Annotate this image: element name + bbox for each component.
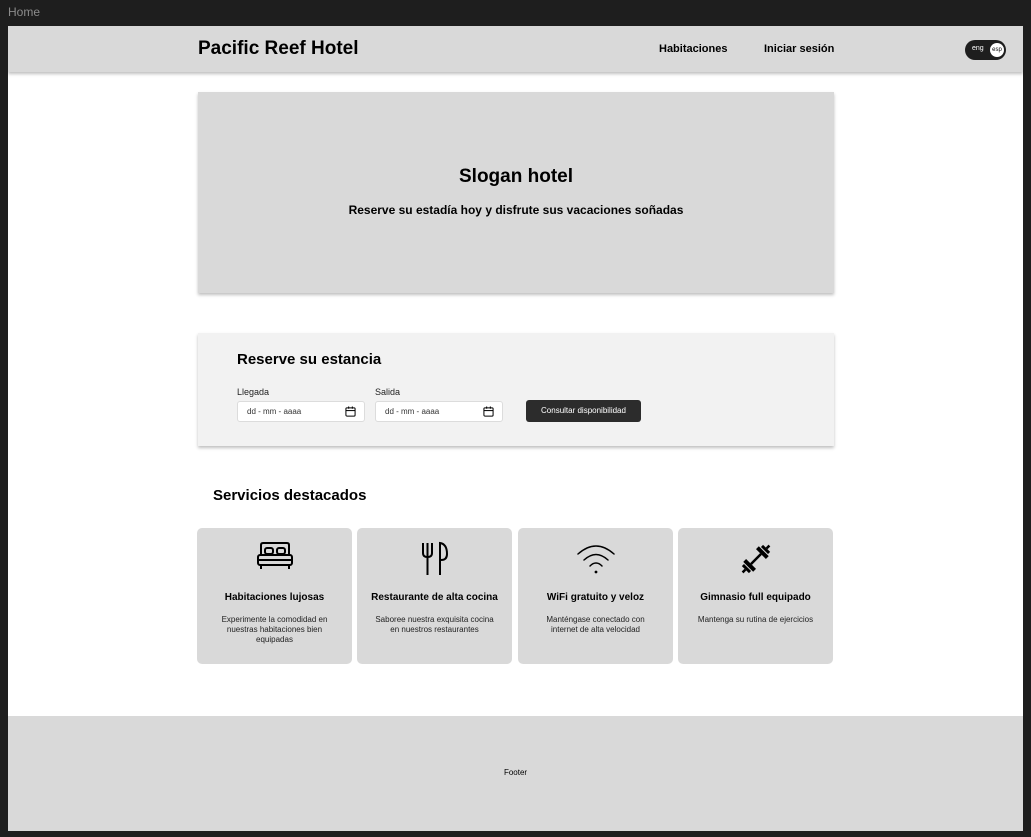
service-description: Saboree nuestra exquisita cocina en nues…: [375, 615, 494, 634]
departure-label: Salida: [375, 387, 401, 397]
service-card-gym: Gimnasio full equipado Mantenga su rutin…: [678, 528, 833, 664]
brand-title[interactable]: Pacific Reef Hotel: [198, 38, 359, 60]
arrival-date-input[interactable]: dd - mm - aaaa: [237, 401, 365, 422]
bed-icon: [256, 542, 293, 569]
arrival-label: Llegada: [237, 387, 270, 397]
service-card-wifi: WiFi gratuito y veloz Manténgase conecta…: [518, 528, 673, 664]
home-page: Pacific Reef Hotel Habitaciones Iniciar …: [8, 26, 1023, 831]
service-title: Gimnasio full equipado: [700, 592, 811, 603]
service-description: Manténgase conectado con internet de alt…: [546, 615, 645, 634]
lang-esp-option[interactable]: esp: [990, 43, 1004, 57]
arrival-date-placeholder: dd - mm - aaaa: [247, 407, 302, 416]
footer: Footer: [8, 716, 1023, 831]
hero-subtitle: Reserve su estadía hoy y disfrute sus va…: [348, 203, 684, 217]
services-title: Servicios destacados: [213, 487, 367, 504]
service-description: Experimente la comodidad en nuestras hab…: [221, 615, 328, 644]
hero-banner: Slogan hotel Reserve su estadía hoy y di…: [198, 92, 834, 293]
service-title: Habitaciones lujosas: [224, 592, 325, 603]
booking-panel: Reserve su estancia Llegada dd - mm - aa…: [198, 333, 834, 446]
calendar-icon[interactable]: [345, 406, 356, 417]
departure-date-input[interactable]: dd - mm - aaaa: [375, 401, 503, 422]
service-title: WiFi gratuito y veloz: [546, 592, 645, 603]
booking-title: Reserve su estancia: [237, 351, 382, 368]
footer-text: Footer: [503, 768, 528, 777]
lang-eng-option[interactable]: eng: [972, 45, 984, 52]
departure-date-placeholder: dd - mm - aaaa: [385, 407, 440, 416]
dumbbell-icon: [741, 544, 770, 574]
service-card-restaurant: Restaurante de alta cocina Saboree nuest…: [357, 528, 512, 664]
check-availability-button[interactable]: Consultar disponibilidad: [526, 400, 641, 422]
service-description: Mantenga su rutina de ejercicios: [697, 615, 814, 624]
nav-login-link[interactable]: Iniciar sesión: [764, 43, 834, 55]
frame-label: Home: [8, 5, 41, 19]
nav-rooms-link[interactable]: Habitaciones: [659, 43, 727, 55]
service-card-rooms: Habitaciones lujosas Experimente la como…: [197, 528, 352, 664]
wifi-icon: [576, 545, 615, 574]
service-title: Restaurante de alta cocina: [371, 592, 498, 603]
header: Pacific Reef Hotel Habitaciones Iniciar …: [8, 26, 1023, 72]
hero-title: Slogan hotel: [459, 166, 573, 187]
calendar-icon[interactable]: [483, 406, 494, 417]
language-toggle[interactable]: eng esp: [965, 40, 1006, 60]
utensils-icon: [421, 541, 448, 575]
